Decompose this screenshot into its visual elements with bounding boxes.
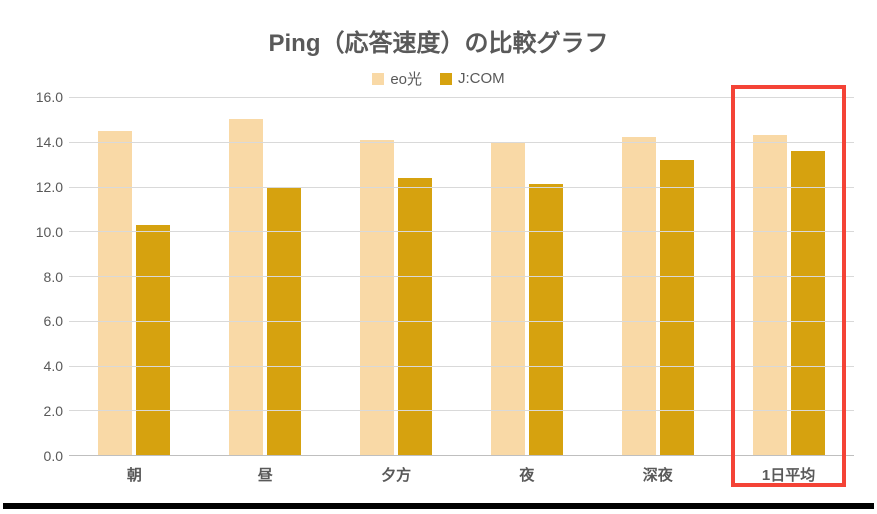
x-tick-label: 夕方 (331, 456, 462, 485)
grid-line (69, 142, 854, 143)
y-axis: 0.02.04.06.08.010.012.014.016.0 (23, 97, 69, 456)
bar (491, 142, 525, 455)
bar (529, 184, 563, 455)
grid-line (69, 97, 854, 98)
y-tick-label: 12.0 (36, 179, 63, 195)
grid-line (69, 410, 854, 411)
legend-swatch-icon (372, 73, 384, 85)
y-tick-label: 0.0 (44, 448, 63, 464)
bar (398, 178, 432, 455)
x-tick-label: 夜 (461, 456, 592, 485)
x-axis: 朝昼夕方夜深夜1日平均 (69, 456, 854, 485)
x-tick-label: 朝 (69, 456, 200, 485)
y-tick-label: 8.0 (44, 269, 63, 285)
grid-line (69, 276, 854, 277)
x-tick-label: 1日平均 (723, 456, 854, 485)
legend-item-jcom: J:COM (440, 68, 505, 89)
bar (229, 119, 263, 455)
bar (98, 131, 132, 455)
x-tick-label: 深夜 (592, 456, 723, 485)
chart-title: Ping（応答速度）の比較グラフ (23, 23, 854, 58)
x-tick-label: 昼 (200, 456, 331, 485)
bar (753, 135, 787, 455)
chart-container: Ping（応答速度）の比較グラフ eo光 J:COM 0.0 2.0 4.0 6.0 8… (0, 0, 877, 514)
y-tick-label: 16.0 (36, 89, 63, 105)
bar (622, 137, 656, 455)
y-tick-label: 4.0 (44, 358, 63, 374)
y-tick-label: 14.0 (36, 134, 63, 150)
legend-item-eo: eo光 (372, 68, 422, 89)
grid-line (69, 187, 854, 188)
legend-label: eo光 (390, 68, 422, 89)
legend-label: J:COM (458, 70, 505, 87)
y-tick-label: 10.0 (36, 224, 63, 240)
plot (69, 97, 854, 456)
legend-swatch-icon (440, 73, 452, 85)
legend: eo光 J:COM (23, 68, 854, 89)
plot-area: 0.02.04.06.08.010.012.014.016.0 (23, 97, 854, 456)
y-tick-label: 2.0 (44, 403, 63, 419)
y-tick-label: 6.0 (44, 313, 63, 329)
grid-line (69, 366, 854, 367)
grid-line (69, 231, 854, 232)
grid-line (69, 321, 854, 322)
chart-panel: Ping（応答速度）の比較グラフ eo光 J:COM 0.0 2.0 4.0 6.0 8… (3, 3, 874, 509)
bar (136, 225, 170, 455)
